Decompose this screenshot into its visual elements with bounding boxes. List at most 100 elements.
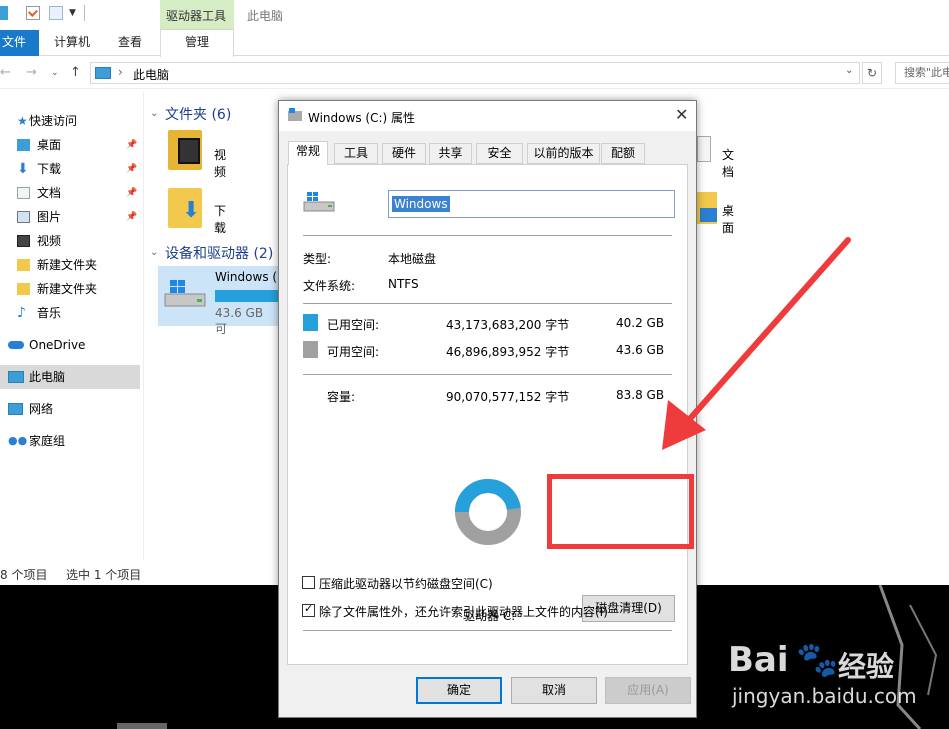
nav-item-label: 快速访问 <box>29 114 78 128</box>
nav-item-label: 文档 <box>37 186 62 200</box>
tab-tools[interactable]: 工具 <box>334 143 378 164</box>
ribbon-tabs: 文件 计算机 查看 管理 <box>0 30 949 57</box>
nav-item-downloads[interactable]: ⬇ 下载 📌 <box>0 157 140 181</box>
pc-icon <box>95 67 111 79</box>
capacity-bytes: 90,070,577,152 字节 <box>446 390 570 404</box>
pc-icon <box>0 6 8 20</box>
quick-access-toolbar: ▼ 驱动器工具 此电脑 <box>0 0 949 30</box>
tab-security[interactable]: 安全 <box>476 143 523 164</box>
back-arrow-icon[interactable]: ← <box>0 65 11 80</box>
compress-checkbox[interactable] <box>302 576 315 589</box>
up-arrow-icon[interactable]: ↑ <box>70 65 81 80</box>
nav-item-network[interactable]: 网络 <box>0 397 140 421</box>
index-label: 除了文件属性外，还允许索引此驱动器上文件的内容(I) <box>319 605 608 619</box>
pin-icon[interactable]: 📌 <box>126 133 137 157</box>
desktop-icon <box>17 139 30 151</box>
nav-item-label: 新建文件夹 <box>37 258 98 272</box>
nav-item-pictures[interactable]: 图片 📌 <box>0 205 140 229</box>
volume-name-input[interactable]: Windows <box>388 190 675 218</box>
nav-item-label: 图片 <box>37 210 62 224</box>
tab-computer[interactable]: 计算机 <box>54 30 90 56</box>
collapse-chevron-icon[interactable]: ⌄ <box>150 108 158 119</box>
watermark-brand-cn: 经验 <box>838 650 895 683</box>
address-path: 此电脑 <box>133 68 170 82</box>
pin-icon[interactable]: 📌 <box>126 181 137 205</box>
windows-drive-icon <box>303 192 335 212</box>
pane-divider[interactable] <box>143 92 144 560</box>
volume-name-text: Windows <box>392 196 450 212</box>
separator <box>303 235 672 236</box>
tab-quota[interactable]: 配额 <box>601 143 645 164</box>
tab-previous-versions[interactable]: 以前的版本 <box>527 143 600 164</box>
pin-icon[interactable]: 📌 <box>126 157 137 181</box>
folder-label: 文档 <box>722 148 735 179</box>
refresh-button[interactable]: ↻ <box>862 62 882 84</box>
cancel-button[interactable]: 取消 <box>511 677 597 704</box>
watermark-url: jingyan.baidu.com <box>732 684 917 708</box>
separator <box>303 374 672 375</box>
nav-item-this-pc[interactable]: 此电脑 <box>0 365 140 389</box>
index-checkbox[interactable] <box>302 602 315 617</box>
nav-item-videos[interactable]: 视频 <box>0 229 140 253</box>
apply-button[interactable]: 应用(A) <box>605 677 691 704</box>
nav-item-homegroup[interactable]: ●● 家庭组 <box>0 429 140 453</box>
free-space-label: 可用空间: <box>327 345 380 359</box>
folders-section-header[interactable]: 文件夹 (6) <box>165 104 231 124</box>
search-input[interactable]: 搜索"此电 <box>895 62 949 84</box>
used-space-bytes: 43,173,683,200 字节 <box>446 318 570 332</box>
nav-item-label: 此电脑 <box>29 370 66 384</box>
tab-general[interactable]: 常规 <box>288 141 328 165</box>
folder-label: 下载 <box>214 204 227 235</box>
properties-icon[interactable] <box>26 6 40 20</box>
drive-tools-context-group: 驱动器工具 <box>160 0 234 30</box>
tab-hardware[interactable]: 硬件 <box>382 143 426 164</box>
nav-item-new-folder-1[interactable]: 新建文件夹 <box>0 253 140 277</box>
nav-item-music[interactable]: ♪ 音乐 <box>0 301 140 325</box>
drive-tile-c[interactable]: Windows ( 43.6 GB 可 <box>158 266 278 336</box>
nav-item-new-folder-2[interactable]: 新建文件夹 <box>0 277 140 301</box>
document-icon <box>697 136 711 162</box>
new-folder-icon[interactable] <box>49 6 63 20</box>
nav-item-onedrive[interactable]: OneDrive <box>0 333 140 357</box>
free-space-bytes: 46,896,893,952 字节 <box>446 345 570 359</box>
drive-usage-bar <box>215 290 278 302</box>
pin-icon[interactable]: 📌 <box>126 205 137 229</box>
forward-arrow-icon[interactable]: → <box>26 65 37 80</box>
customize-qat-icon[interactable]: ▼ <box>69 8 76 18</box>
nav-item-label: OneDrive <box>29 338 86 352</box>
baidu-jingyan-watermark: Bai 🐾 经验 jingyan.baidu.com <box>728 640 928 710</box>
folder-icon <box>17 283 30 295</box>
breadcrumb-chevron-icon[interactable]: › <box>118 65 123 79</box>
window-title: 此电脑 <box>247 9 284 23</box>
nav-item-desktop[interactable]: 桌面 📌 <box>0 133 140 157</box>
address-bar[interactable]: › 此电脑 <box>90 62 860 84</box>
address-dropdown-icon[interactable]: ⌄ <box>845 65 853 76</box>
nav-item-quick-access[interactable]: ★ 快速访问 <box>0 109 140 133</box>
status-item-count: 8 个项目 <box>0 568 48 582</box>
ok-button[interactable]: 确定 <box>416 677 502 704</box>
qat-divider <box>84 5 85 21</box>
nav-item-documents[interactable]: 文档 📌 <box>0 181 140 205</box>
compress-label: 压缩此驱动器以节约磁盘空间(C) <box>319 577 493 591</box>
tab-sharing[interactable]: 共享 <box>429 143 472 164</box>
annotation-arrow <box>662 237 851 450</box>
dialog-title-bar[interactable]: Windows (C:) 属性 ✕ <box>279 101 696 131</box>
close-icon[interactable]: ✕ <box>675 105 688 124</box>
drive-properties-dialog: Windows (C:) 属性 ✕ 常规 工具 硬件 共享 安全 以前的版本 配… <box>278 100 697 718</box>
film-icon <box>178 138 200 164</box>
network-icon <box>8 403 23 415</box>
tab-file[interactable]: 文件 <box>0 30 39 56</box>
nav-item-label: 桌面 <box>37 138 62 152</box>
recent-locations-icon[interactable]: ⌄ <box>51 68 59 78</box>
type-label: 类型: <box>303 252 332 266</box>
devices-section-header[interactable]: 设备和驱动器 (2) <box>165 243 273 263</box>
tab-manage[interactable]: 管理 <box>160 30 234 57</box>
drive-free-space: 43.6 GB 可 <box>215 306 264 336</box>
picture-icon <box>17 211 30 223</box>
collapse-chevron-icon[interactable]: ⌄ <box>150 247 158 258</box>
context-group-label: 驱动器工具 <box>166 9 227 23</box>
nav-item-label: 新建文件夹 <box>37 282 98 296</box>
tab-view[interactable]: 查看 <box>118 30 142 56</box>
folder-label: 视频 <box>214 148 227 179</box>
document-icon <box>17 187 30 199</box>
